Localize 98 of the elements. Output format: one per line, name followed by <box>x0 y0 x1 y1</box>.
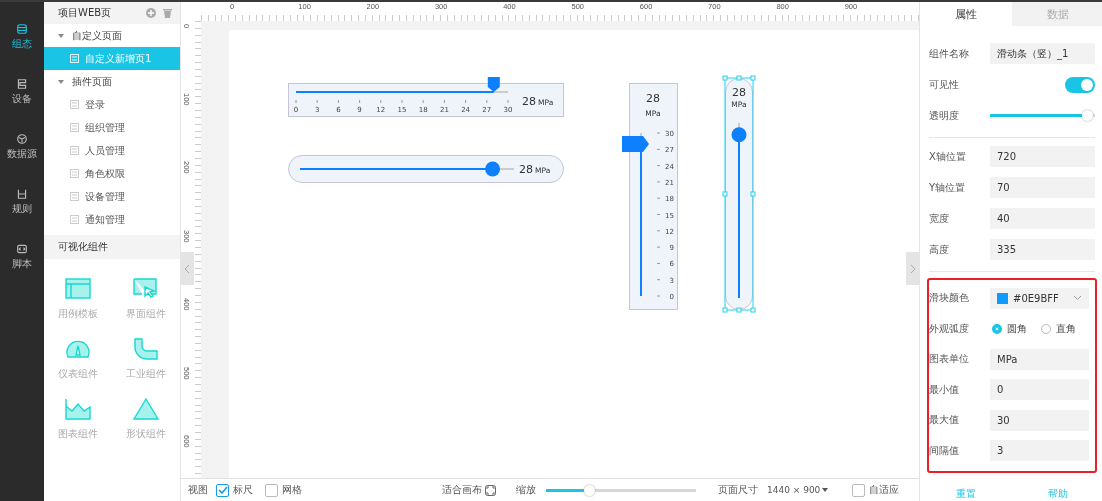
property-label: 高度 <box>929 242 950 257</box>
property-label: 外观弧度 <box>929 321 970 336</box>
page-item[interactable]: 人员管理 <box>44 139 180 162</box>
bracket-icon <box>15 189 29 199</box>
fit-canvas-button[interactable]: 适合画布 <box>442 483 482 497</box>
template-icon <box>64 277 92 301</box>
project-title: 项目WEB页 <box>58 6 113 20</box>
input-field[interactable]: MPa <box>990 348 1089 370</box>
resize-handle[interactable] <box>722 191 728 197</box>
cursor-window-icon <box>132 277 160 301</box>
value-text: 28 <box>732 86 746 99</box>
collapse-handle[interactable] <box>181 252 194 285</box>
tree-group[interactable]: 插件页面 <box>44 70 180 93</box>
page-icon <box>70 146 79 155</box>
code-icon <box>15 244 29 254</box>
fit-screen-icon[interactable] <box>485 484 496 496</box>
input-field[interactable]: 70 <box>990 177 1095 198</box>
resize-handle[interactable] <box>736 307 742 313</box>
property-label: 可见性 <box>929 77 960 92</box>
page-item[interactable]: 设备管理 <box>44 185 180 208</box>
property-label: 间隔值 <box>929 443 960 458</box>
area-chart-icon <box>64 397 92 421</box>
tree-group[interactable]: 自定义页面 <box>44 24 180 47</box>
input-field[interactable]: 335 <box>990 239 1095 260</box>
color-picker[interactable]: #0E9BFF <box>990 287 1089 309</box>
chevron-right-icon <box>910 264 915 273</box>
triangle-icon <box>132 397 160 421</box>
page-icon <box>70 215 79 224</box>
chevron-down-icon <box>1074 296 1081 301</box>
value-text: 28 <box>519 163 533 176</box>
page-item[interactable]: 登录 <box>44 93 180 116</box>
cube-icon <box>15 134 29 144</box>
caret-icon[interactable] <box>822 488 829 492</box>
nav-item[interactable]: 数据源 <box>7 134 37 161</box>
page-icon <box>70 123 79 132</box>
value-text: 28 <box>522 95 536 108</box>
slider-track[interactable] <box>295 77 509 93</box>
page-icon <box>70 100 79 109</box>
checkbox[interactable]: 网格 <box>265 483 302 497</box>
view-label: 视图 <box>188 483 208 497</box>
property-label: 最小值 <box>929 382 960 397</box>
input-field[interactable]: 40 <box>990 208 1095 229</box>
property-label: 最大值 <box>929 413 960 428</box>
checkmark-icon <box>217 486 228 494</box>
slider-thumb[interactable] <box>487 77 500 92</box>
checkbox[interactable]: 自适应 <box>852 483 900 497</box>
nav-item[interactable]: 规则 <box>12 189 32 216</box>
page-item[interactable]: 角色权限 <box>44 162 180 185</box>
nav-item[interactable]: 脚本 <box>12 244 32 271</box>
property-label: 透明度 <box>929 108 960 123</box>
slider-thumb[interactable] <box>1082 110 1094 121</box>
input-field[interactable]: 3 <box>990 440 1089 462</box>
resize-handle[interactable] <box>750 307 756 313</box>
input-field[interactable]: 720 <box>990 146 1095 167</box>
slider-track[interactable] <box>299 161 515 177</box>
checkbox[interactable]: 标尺 <box>216 483 253 497</box>
chevron-left-icon <box>185 264 190 273</box>
page-icon <box>70 54 79 63</box>
page-item[interactable]: 组织管理 <box>44 116 180 139</box>
radio-option[interactable]: 圆角 <box>992 321 1027 336</box>
resize-handle[interactable] <box>750 75 756 81</box>
property-label: 滑块颜色 <box>929 291 970 306</box>
slider-thumb[interactable] <box>731 127 747 143</box>
section-header: 可视化组件 <box>44 235 180 259</box>
page-icon <box>70 169 79 178</box>
slider-thumb[interactable] <box>622 135 649 152</box>
input-field[interactable]: 30 <box>990 409 1089 431</box>
page-icon <box>70 192 79 201</box>
property-label: 组件名称 <box>929 46 970 61</box>
pipe-icon <box>132 337 160 361</box>
resize-handle[interactable] <box>722 307 728 313</box>
radio-option[interactable]: 直角 <box>1041 321 1076 336</box>
page-size-label: 页面尺寸 <box>718 483 758 497</box>
resize-handle[interactable] <box>722 75 728 81</box>
property-label: X轴位置 <box>929 149 967 164</box>
nav-item[interactable]: 设备 <box>12 79 32 106</box>
slider-track[interactable] <box>622 132 649 297</box>
zoom-label: 缩放 <box>516 483 536 497</box>
nav-item[interactable]: 组态 <box>12 24 32 51</box>
add-icon[interactable] <box>146 8 156 18</box>
resize-handle[interactable] <box>750 191 756 197</box>
slider-thumb[interactable] <box>485 161 501 177</box>
property-label: 图表单位 <box>929 352 970 367</box>
slider-thumb[interactable] <box>583 484 595 496</box>
trash-icon[interactable] <box>163 8 172 18</box>
property-label: 宽度 <box>929 211 950 226</box>
property-label: Y轴位置 <box>929 180 967 195</box>
page-size-select[interactable]: 1440 × 900 <box>767 485 821 495</box>
input-field[interactable]: 0 <box>990 379 1089 401</box>
resize-handle[interactable] <box>736 75 742 81</box>
database-icon <box>15 24 29 34</box>
value-text: 28 <box>646 92 660 105</box>
slider-track[interactable] <box>731 122 747 299</box>
list-icon <box>15 79 29 89</box>
page-item[interactable]: 通知管理 <box>44 208 180 231</box>
collapse-handle[interactable] <box>906 252 919 285</box>
input-field[interactable]: 滑动条（竖）_1 <box>990 43 1095 64</box>
toggle-switch[interactable] <box>1065 76 1095 93</box>
